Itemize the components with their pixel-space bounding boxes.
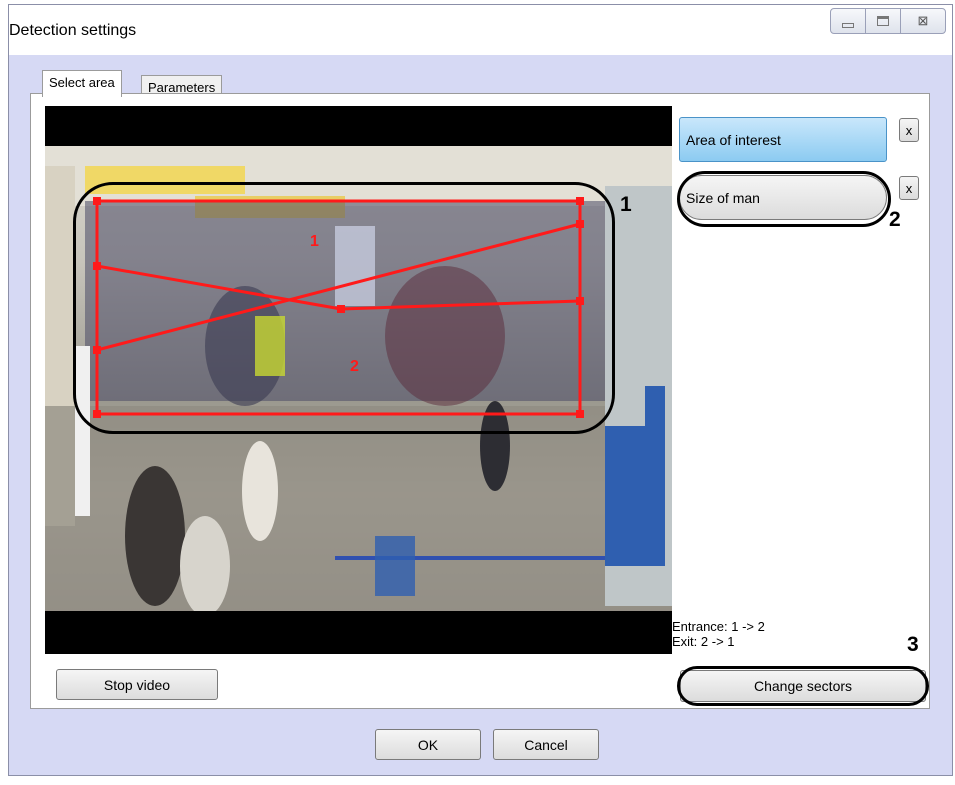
callout-number-1: 1 [620,193,632,216]
callout-ring-size [677,171,891,227]
cancel-button[interactable]: Cancel [493,729,599,760]
close-button[interactable]: ⊠ [900,8,946,34]
remove-size-button[interactable]: x [899,176,919,200]
ok-button[interactable]: OK [375,729,481,760]
callout-number-2: 2 [889,208,901,231]
window-controls: ⊠ [830,8,946,34]
area-of-interest-button[interactable]: Area of interest [679,117,887,162]
entrance-text: Entrance: 1 -> 2 [672,619,765,634]
window-title: Detection settings [9,22,137,39]
exit-text: Exit: 2 -> 1 [672,634,735,649]
tab-select-area[interactable]: Select area [42,70,122,97]
maximize-icon [877,16,889,26]
stop-video-button[interactable]: Stop video [56,669,218,700]
callout-number-3: 3 [907,633,919,656]
minimize-button[interactable] [830,8,866,34]
minimize-icon [842,22,854,28]
maximize-button[interactable] [865,8,901,34]
close-icon: ⊠ [917,13,929,28]
callout-ring-area [73,182,615,434]
title-bar: Detection settings ⊠ [9,5,952,55]
remove-area-button[interactable]: x [899,118,919,142]
callout-ring-change-sectors [677,666,929,706]
